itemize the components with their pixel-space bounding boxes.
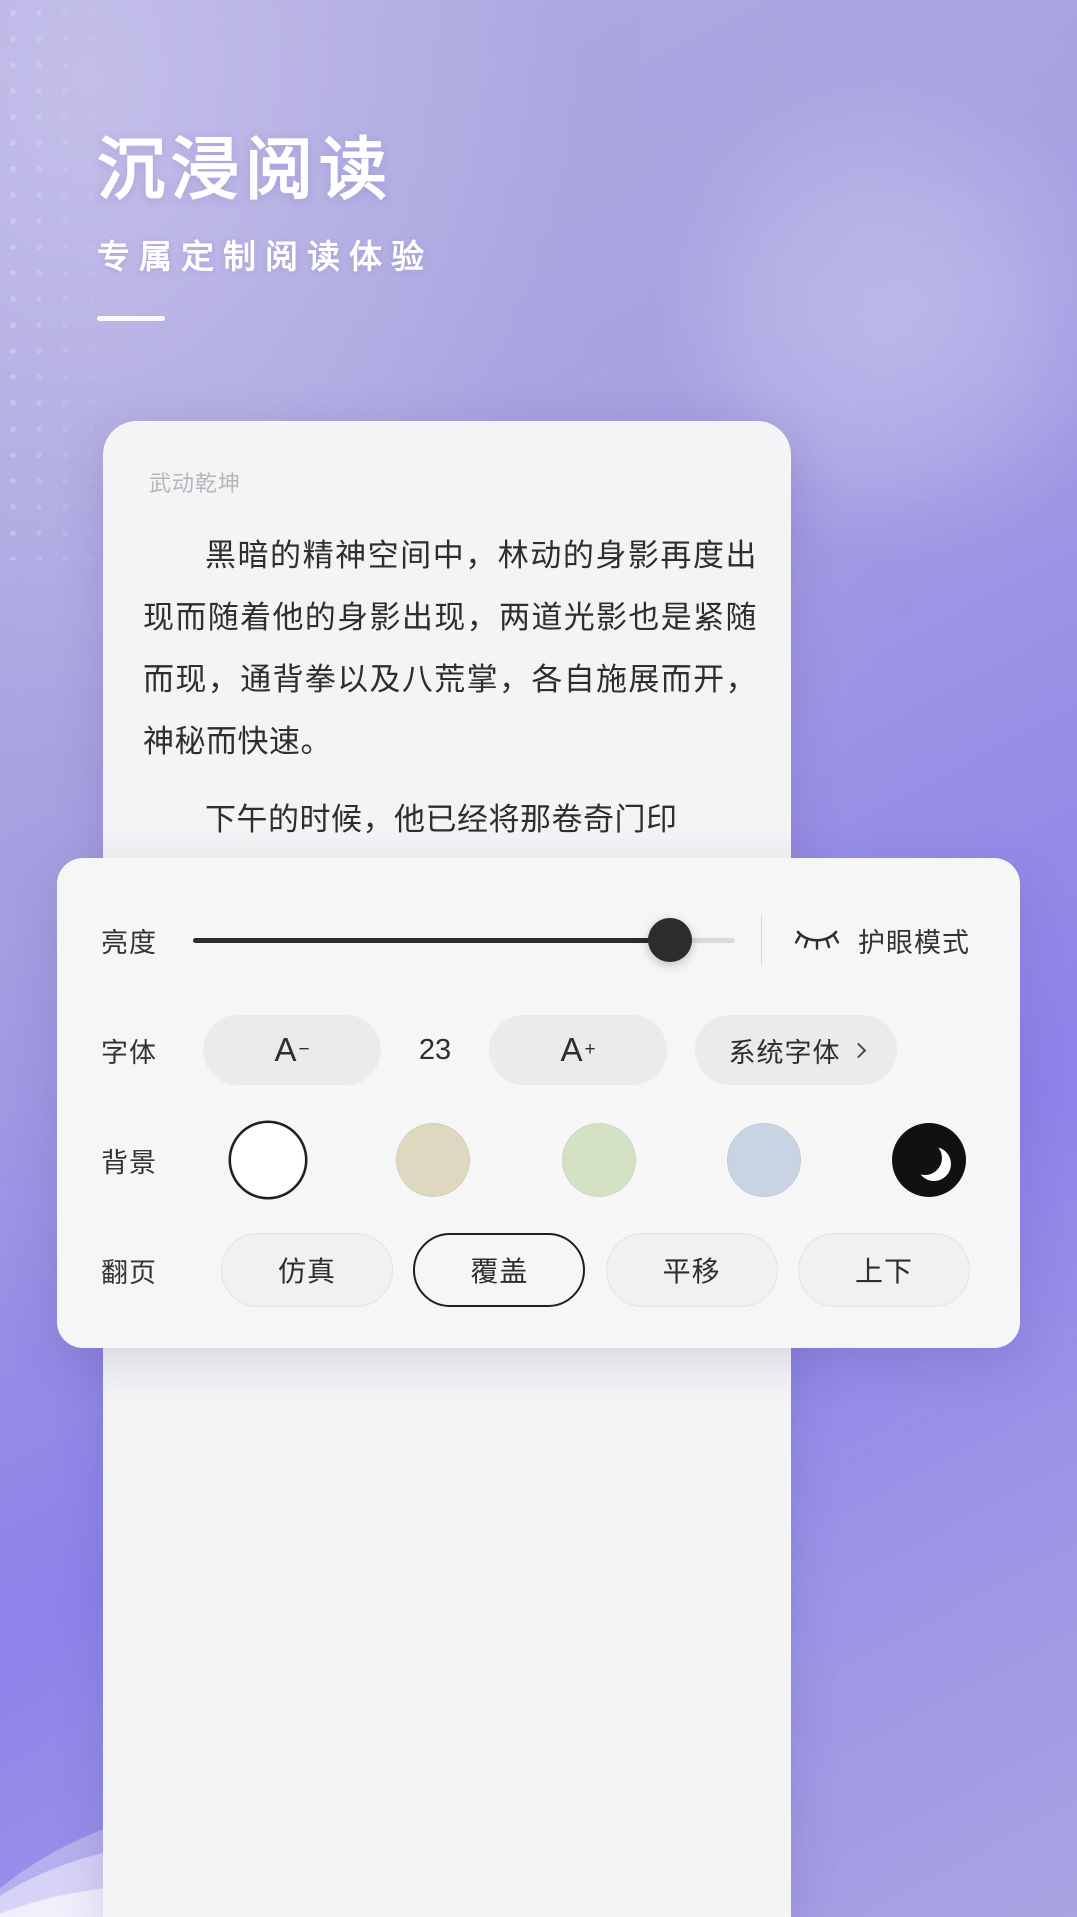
font-size-increase-button[interactable]: A + <box>489 1015 667 1085</box>
font-family-label: 系统字体 <box>728 1037 841 1068</box>
background-stage: 沉浸阅读 专属定制阅读体验 武动乾坤 黑暗的精神空间中，林动的身影再度出现而随着… <box>0 0 1077 1917</box>
background-swatch-blue[interactable] <box>726 1123 801 1197</box>
page-turn-option-label: 仿真 <box>277 1256 336 1287</box>
font-decrease-glyph: A <box>274 1031 297 1068</box>
font-increase-glyph: A <box>560 1031 583 1068</box>
brightness-row: 亮度 护眼模式 <box>57 898 1020 982</box>
slider-thumb[interactable] <box>647 918 692 962</box>
eye-protection-label: 护眼模式 <box>858 927 970 958</box>
row-divider <box>761 915 762 965</box>
background-swatch-white[interactable] <box>231 1123 305 1197</box>
page-turn-option[interactable]: 覆盖 <box>413 1233 586 1307</box>
font-family-selector[interactable]: 系统字体 <box>695 1015 897 1085</box>
page-turn-label: 翻页 <box>101 1257 157 1288</box>
background-swatch-beige[interactable] <box>396 1123 471 1197</box>
background-label: 背景 <box>101 1147 157 1178</box>
font-controls: A − 23 A + 系统字体 <box>193 1015 976 1085</box>
page-turn-option[interactable]: 上下 <box>797 1233 970 1307</box>
font-size-decrease-button[interactable]: A − <box>203 1015 381 1085</box>
reader-paragraph: 下午的时候，他已经将那卷奇门印 <box>205 802 678 837</box>
font-size-value: 23 <box>418 1033 452 1066</box>
background-swatch-list <box>193 1123 976 1197</box>
page-subtitle: 专属定制阅读体验 <box>97 238 433 276</box>
background-swatch-dark[interactable] <box>892 1123 966 1197</box>
slider-fill <box>193 937 670 943</box>
page-turn-option[interactable]: 仿真 <box>221 1233 393 1307</box>
hero-section: 沉浸阅读 专属定制阅读体验 <box>97 132 797 322</box>
book-title: 武动乾坤 <box>149 471 242 496</box>
page-turn-option-label: 平移 <box>662 1256 721 1287</box>
background-row: 背景 <box>57 1118 1020 1202</box>
title-divider <box>97 316 165 322</box>
brightness-label: 亮度 <box>101 927 157 958</box>
brightness-slider[interactable] <box>193 917 735 963</box>
closed-eye-icon <box>794 925 840 956</box>
font-row: 字体 A − 23 A + 系统字体 <box>57 1008 1020 1092</box>
reader-settings-sheet: 亮度 护眼模式 字体 A − 23 A + 系统字体 背景 翻页 仿真 覆盖 平… <box>57 858 1020 1348</box>
page-turn-option-label: 上下 <box>854 1256 913 1287</box>
font-label: 字体 <box>101 1037 157 1068</box>
background-swatch-green[interactable] <box>561 1123 636 1197</box>
reader-paragraph: 黑暗的精神空间中，林动的身影再度出现而随着他的身影出现，两道光影也是紧随而现，通… <box>143 538 757 759</box>
eye-protection-toggle[interactable]: 护眼模式 <box>794 921 976 960</box>
page-turn-option[interactable]: 平移 <box>605 1233 778 1307</box>
chevron-right-icon <box>850 1042 866 1059</box>
page-turn-row: 翻页 仿真 覆盖 平移 上下 <box>57 1228 1020 1312</box>
moon-icon <box>908 1141 942 1175</box>
page-turn-option-list: 仿真 覆盖 平移 上下 <box>193 1233 976 1307</box>
page-title: 沉浸阅读 <box>97 132 394 208</box>
page-turn-option-label: 覆盖 <box>470 1256 529 1287</box>
